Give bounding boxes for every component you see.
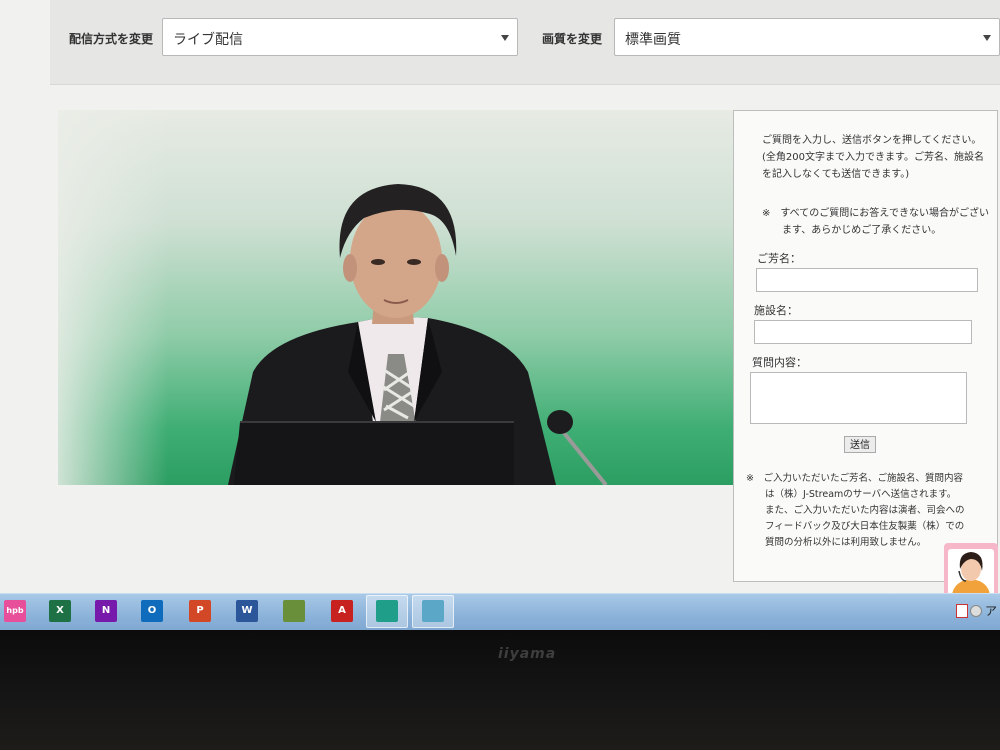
ime-kana-indicator[interactable]: ア — [985, 602, 997, 619]
hpb-icon[interactable]: hpb — [4, 600, 26, 622]
shield-app-icon[interactable] — [376, 600, 398, 622]
submit-button[interactable]: 送信 — [844, 436, 876, 453]
name-label: ご芳名： — [757, 252, 801, 265]
form-notice: ※ すべてのご質問にお答えできない場合がござい ます、あらかじめご了承ください。 — [762, 208, 989, 236]
windows-taskbar: hpb X N O P W A ア — [0, 593, 1000, 630]
word-icon[interactable]: W — [236, 600, 258, 622]
delivery-method-select[interactable]: ライブ配信 — [162, 18, 518, 56]
chat-support-button[interactable] — [944, 543, 998, 599]
privacy-notice: ※ ご入力いただいたご芳名、ご施設名、質問内容 は（株）J-Streamのサーバ… — [746, 473, 965, 548]
monitor-bezel: iiyama — [0, 630, 1000, 750]
question-form: ご質問を入力し、送信ボタンを押してください。 (全角200文字まで入力できます。… — [733, 110, 998, 582]
settings-bar: 配信方式を変更 ライブ配信 画質を変更 標準画質 — [50, 0, 1000, 85]
quality-label: 画質を変更 — [542, 32, 603, 46]
ime-icon[interactable] — [956, 604, 968, 618]
quality-value: 標準画質 — [625, 32, 681, 48]
delivery-method-value: ライブ配信 — [173, 32, 243, 48]
notepad-icon[interactable] — [422, 600, 444, 622]
name-input[interactable] — [756, 268, 978, 292]
pdf-editor-icon[interactable] — [283, 600, 305, 622]
monitor-brand-logo: iiyama — [498, 646, 557, 662]
onenote-icon[interactable]: N — [95, 600, 117, 622]
browser-page: 配信方式を変更 ライブ配信 画質を変更 標準画質 ご質問を入力し、送信ボタンを押… — [0, 0, 1000, 630]
question-textarea[interactable] — [750, 372, 967, 424]
facility-input[interactable] — [754, 320, 972, 344]
support-avatar-icon — [948, 549, 994, 595]
acrobat-icon[interactable]: A — [331, 600, 353, 622]
facility-label: 施設名： — [754, 304, 798, 317]
presenter-video-frame — [228, 184, 608, 485]
question-label: 質問内容： — [752, 356, 807, 369]
chevron-down-icon — [501, 35, 509, 41]
form-instructions: ご質問を入力し、送信ボタンを押してください。 (全角200文字まで入力できます。… — [762, 135, 984, 180]
powerpoint-icon[interactable]: P — [189, 600, 211, 622]
video-player[interactable] — [58, 110, 738, 485]
excel-icon[interactable]: X — [49, 600, 71, 622]
system-tray[interactable]: ア — [950, 600, 1000, 624]
quality-select[interactable]: 標準画質 — [614, 18, 1000, 56]
chevron-down-icon — [983, 35, 991, 41]
delivery-method-label: 配信方式を変更 — [69, 32, 154, 46]
ime-mode-icon[interactable] — [970, 605, 982, 617]
outlook-icon[interactable]: O — [141, 600, 163, 622]
